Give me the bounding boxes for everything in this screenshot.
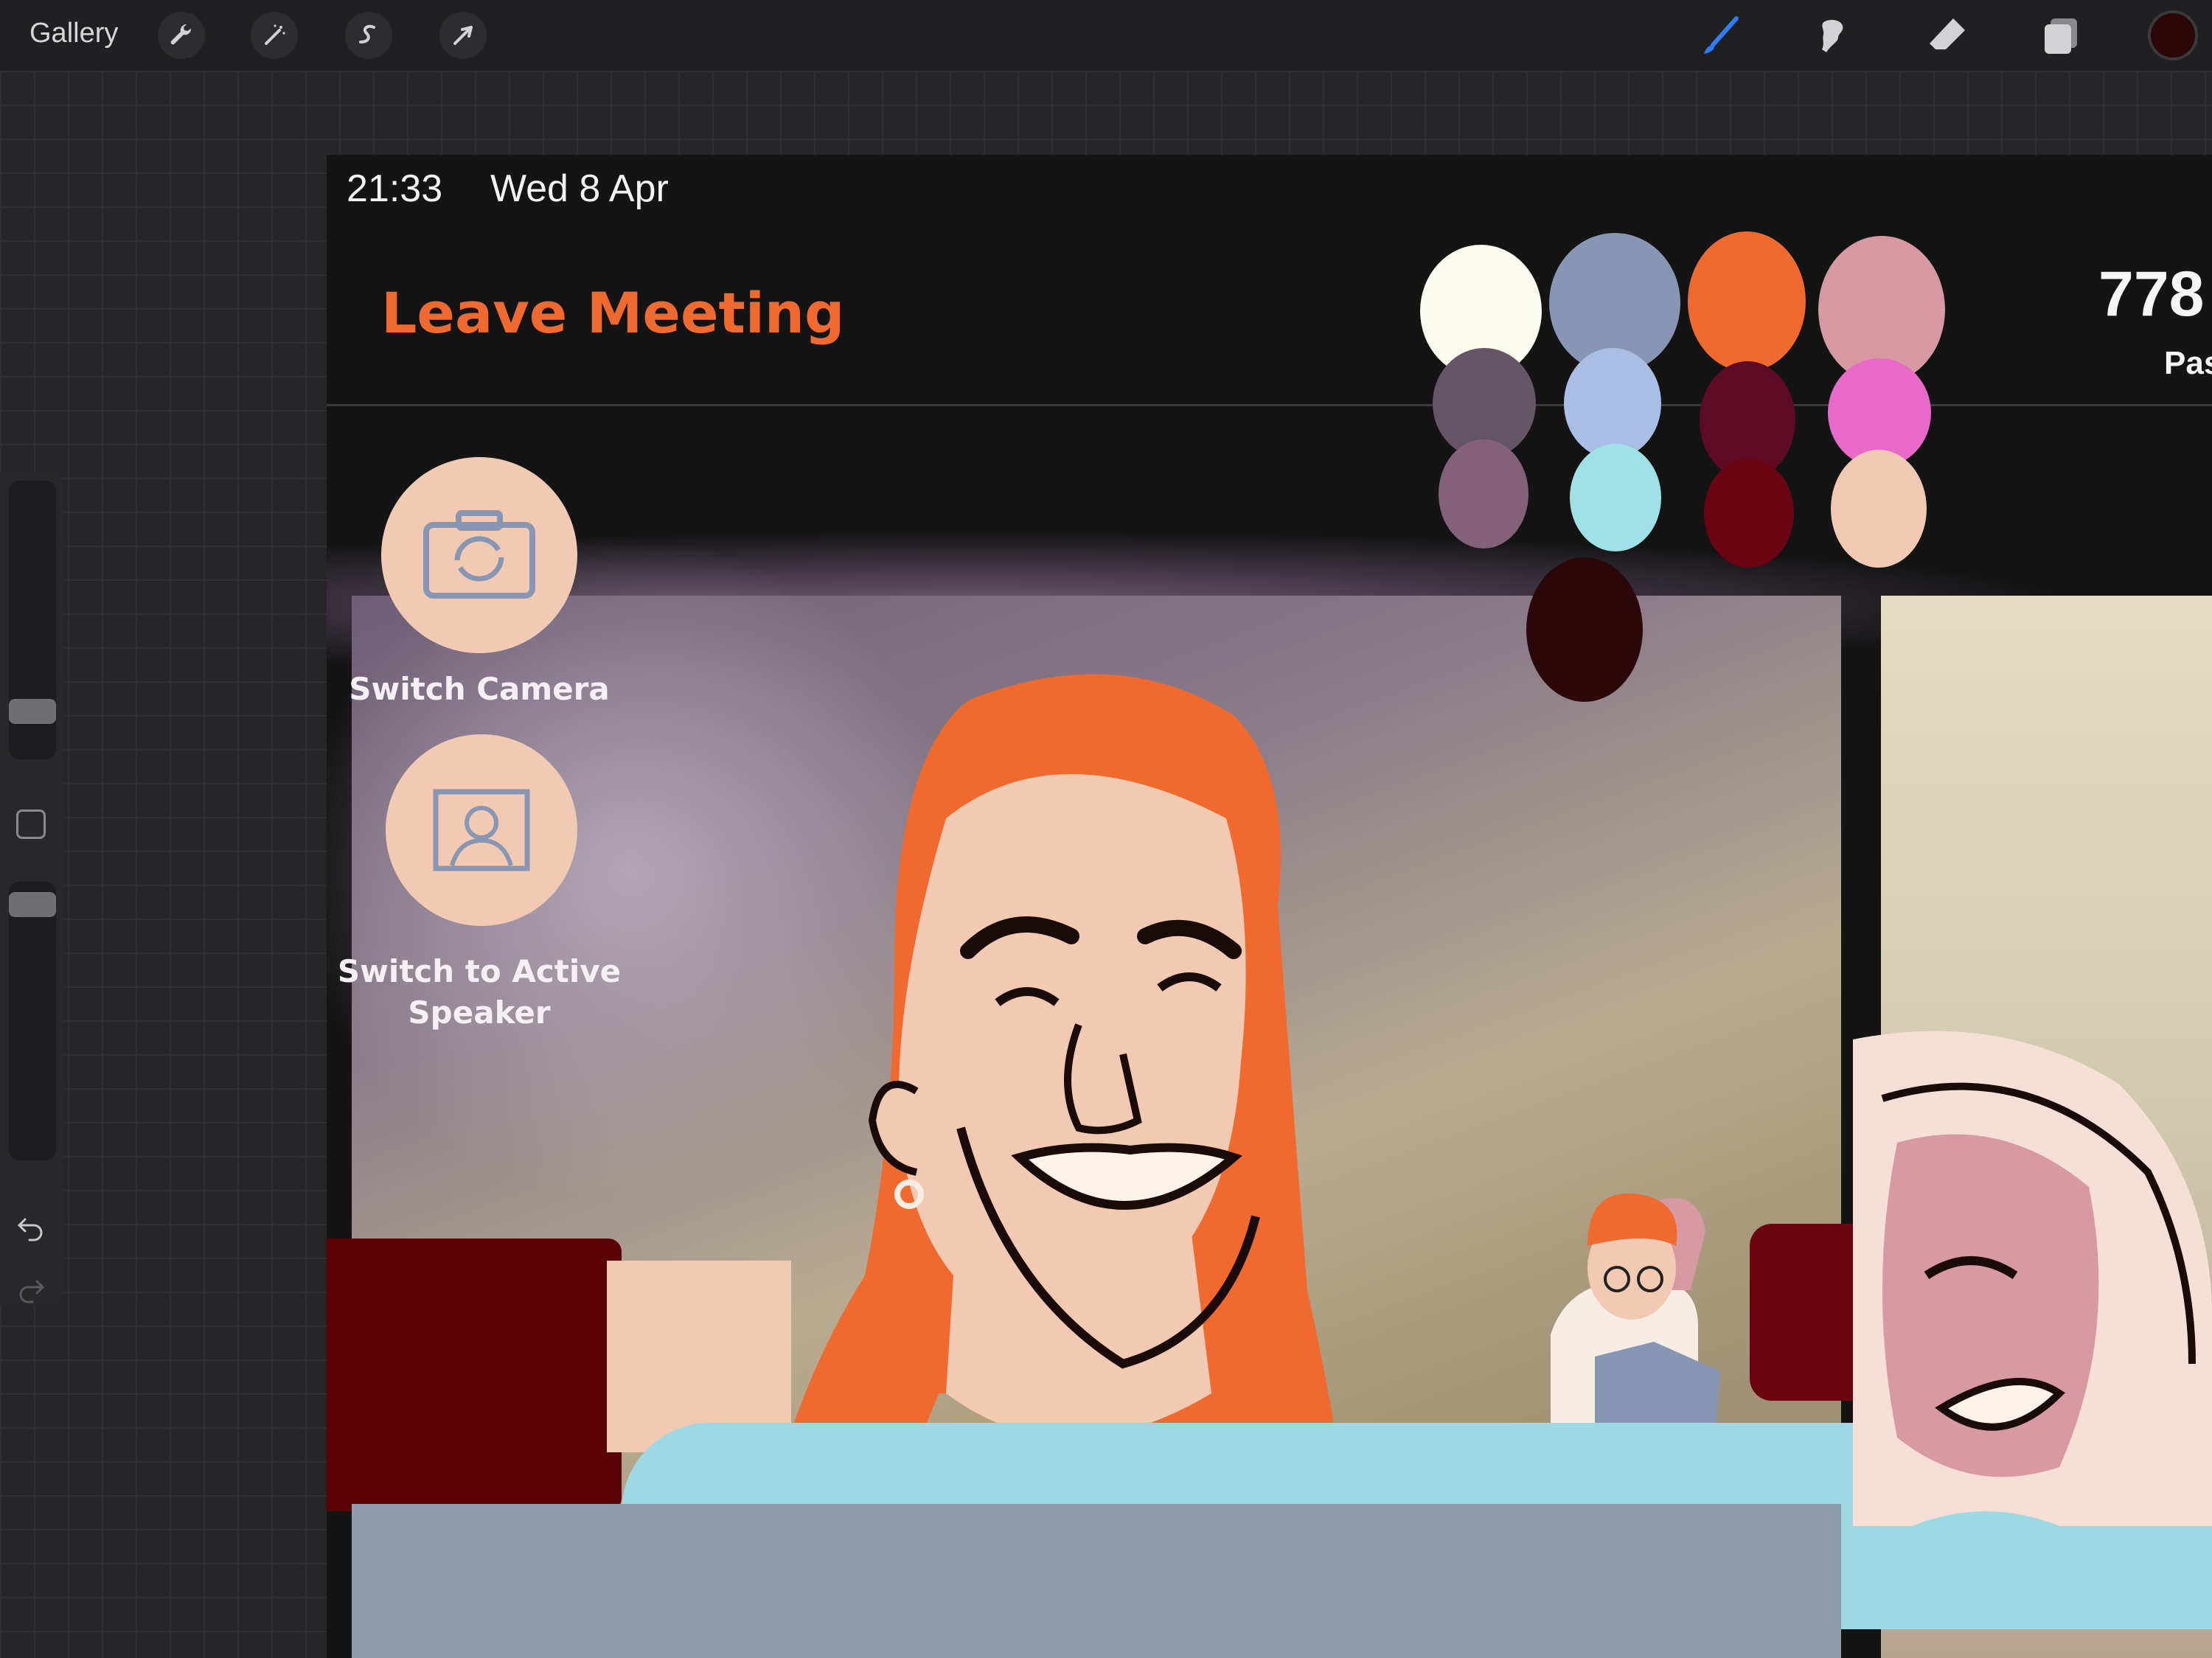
camera-switch-icon (423, 510, 535, 599)
active-speaker-icon (433, 789, 530, 871)
dark-red-block (327, 1239, 622, 1511)
meeting-id-text: 778 (2098, 259, 2205, 330)
opacity-slider[interactable] (9, 882, 56, 1160)
eraser-icon[interactable] (1921, 10, 1973, 62)
status-date: Wed 8 Apr (490, 167, 669, 210)
artwork-canvas[interactable]: 21:33 Wed 8 Apr Leave Meeting 778 Pa s (327, 155, 2212, 1658)
switch-camera-button[interactable] (381, 457, 577, 653)
leave-meeting-text: Leave Meeting (381, 280, 845, 346)
top-toolbar: Gallery (0, 0, 2212, 71)
swatch-black-brown (1526, 557, 1643, 702)
switch-speaker-button[interactable] (386, 734, 577, 926)
layers-icon[interactable] (2035, 10, 2087, 62)
redo-icon[interactable] (13, 1271, 49, 1306)
meeting-password-text: Pas (2164, 345, 2212, 381)
brush-size-knob[interactable] (9, 699, 56, 724)
undo-icon[interactable] (13, 1209, 49, 1244)
left-sidebar (0, 472, 63, 1305)
modify-square-icon[interactable] (16, 809, 46, 839)
swatch-aqua (1570, 444, 1661, 551)
wrench-icon[interactable] (158, 12, 205, 59)
swatch-mauve (1439, 439, 1528, 548)
gallery-button[interactable]: Gallery (29, 18, 118, 49)
swatch-orange (1688, 231, 1806, 372)
smudge-icon[interactable] (1808, 10, 1860, 62)
switch-camera-label: Switch Camera (349, 671, 610, 707)
swatch-dark-red (1704, 459, 1794, 568)
brush-size-slider[interactable] (9, 481, 56, 759)
second-woman-portrait (1853, 1031, 2212, 1526)
magic-wand-icon[interactable] (251, 12, 298, 59)
status-time: 21:33 (347, 167, 443, 210)
transform-arrow-icon[interactable] (439, 12, 487, 59)
swatch-peach (1831, 450, 1927, 568)
laptop-foreground (352, 1504, 1841, 1658)
selection-icon[interactable] (345, 12, 392, 59)
swatch-periwinkle (1564, 348, 1661, 459)
switch-speaker-label: Switch to Active Speaker (337, 953, 622, 1031)
opacity-knob[interactable] (9, 892, 56, 917)
color-picker-button[interactable] (2148, 10, 2198, 60)
brush-icon[interactable] (1694, 10, 1746, 62)
